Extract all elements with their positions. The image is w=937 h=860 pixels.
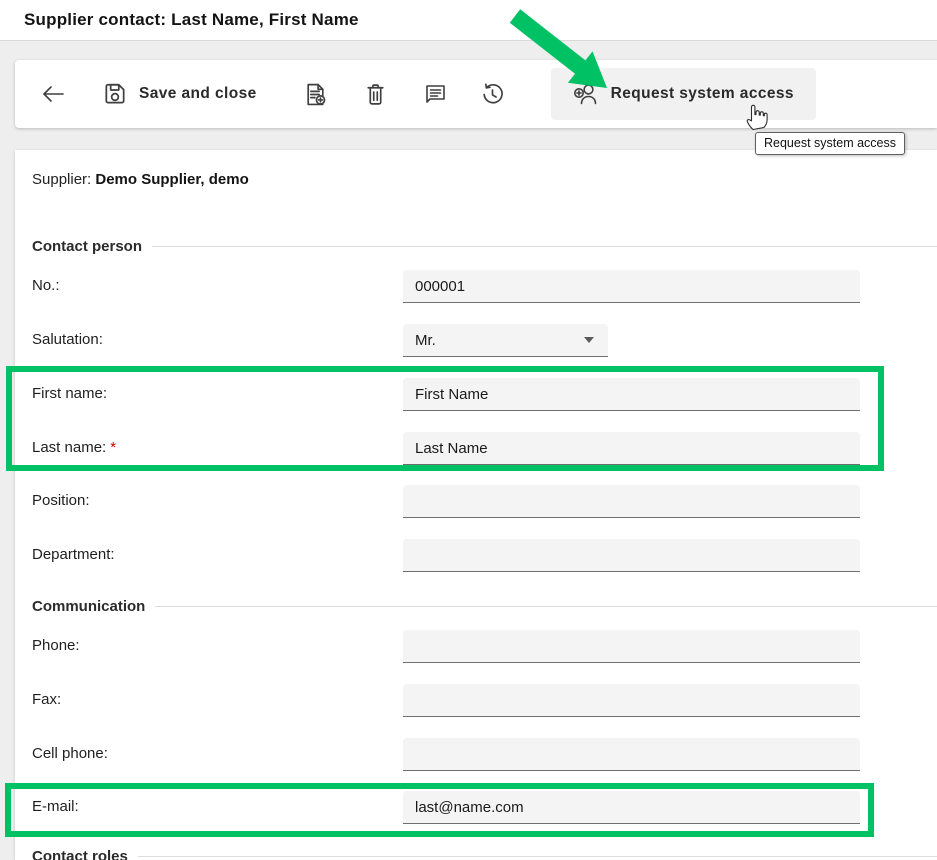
no-label: No.: (32, 277, 60, 294)
phone-input[interactable] (403, 630, 860, 663)
salutation-label: Salutation: (32, 331, 103, 348)
save-and-close-button[interactable]: Save and close (102, 81, 257, 107)
window-title-bar: Supplier contact: Last Name, First Name (0, 0, 937, 41)
last-name-label: Last name:* (32, 439, 116, 456)
hand-cursor-icon (744, 101, 768, 131)
last-name-input[interactable] (403, 432, 860, 465)
chevron-down-icon (584, 337, 594, 343)
supplier-value: Demo Supplier, demo (95, 171, 248, 188)
green-arrow-shape (510, 9, 607, 88)
position-input[interactable] (403, 485, 860, 518)
green-annotation-arrow (505, 8, 611, 92)
first-name-label: First name: (32, 385, 107, 402)
required-marker: * (110, 439, 116, 456)
back-button[interactable] (40, 82, 66, 106)
toolbar: Save and close (15, 60, 937, 128)
no-input[interactable] (403, 270, 860, 303)
save-icon (102, 81, 128, 107)
department-label: Department: (32, 546, 115, 563)
email-label: E-mail: (32, 798, 79, 815)
salutation-value: Mr. (415, 332, 436, 349)
tooltip: Request system access (755, 132, 905, 155)
section-divider (152, 246, 937, 247)
section-divider (155, 606, 937, 607)
section-heading-communication: Communication (32, 598, 937, 615)
first-name-input[interactable] (403, 378, 860, 411)
section-heading-contact-roles: Contact roles (32, 848, 937, 860)
page-title: Supplier contact: Last Name, First Name (24, 10, 359, 30)
cell-phone-input[interactable] (403, 738, 860, 771)
section-divider (138, 856, 937, 857)
tooltip-text: Request system access (764, 136, 896, 150)
new-document-button[interactable] (303, 82, 328, 107)
history-icon (480, 82, 505, 107)
position-label: Position: (32, 492, 90, 509)
trash-icon (364, 82, 387, 107)
department-input[interactable] (403, 539, 860, 572)
phone-label: Phone: (32, 637, 80, 654)
comments-button[interactable] (423, 82, 448, 106)
comments-icon (423, 82, 448, 106)
back-arrow-icon (40, 82, 66, 106)
new-document-icon (303, 82, 328, 107)
cell-phone-label: Cell phone: (32, 745, 108, 762)
form-panel: Supplier: Demo Supplier, demo Contact pe… (15, 150, 937, 860)
salutation-select[interactable]: Mr. (403, 324, 608, 357)
section-heading-contact-person: Contact person (32, 238, 937, 255)
supplier-label: Supplier: (32, 171, 91, 188)
supplier-line: Supplier: Demo Supplier, demo (32, 171, 249, 188)
delete-button[interactable] (364, 82, 387, 107)
fax-input[interactable] (403, 684, 860, 717)
fax-label: Fax: (32, 691, 61, 708)
save-and-close-label: Save and close (139, 85, 257, 103)
history-button[interactable] (480, 82, 505, 107)
email-input[interactable] (403, 791, 860, 824)
